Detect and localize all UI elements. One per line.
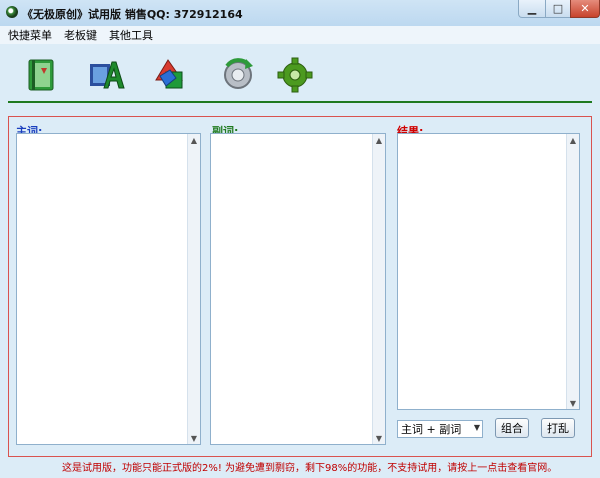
result-output[interactable]: ▲ ▼ [397, 133, 580, 410]
shapes-icon[interactable] [152, 56, 190, 94]
menu-item-quick-menu[interactable]: 快捷菜单 [8, 27, 52, 43]
close-button[interactable]: ✕ [570, 0, 600, 18]
menu-item-boss-key[interactable]: 老板键 [64, 27, 97, 43]
window-title: 《无极原创》试用版 销售QQ: 372912164 [22, 8, 243, 21]
minimize-button[interactable]: ▁ [518, 0, 546, 18]
title-bar: 《无极原创》试用版 销售QQ: 372912164 ▁ □ ✕ [0, 0, 600, 26]
chevron-down-icon: ▼ [473, 423, 480, 432]
scrollbar[interactable]: ▲ ▼ [566, 134, 579, 409]
gear-icon[interactable] [276, 56, 314, 94]
secondary-words-input[interactable]: ▲ ▼ [210, 133, 386, 445]
shuffle-button[interactable]: 打乱 [541, 418, 575, 438]
scroll-up-icon[interactable]: ▲ [188, 134, 200, 146]
menu-bar: 快捷菜单 老板键 其他工具 [0, 26, 600, 44]
trial-notice: 这是试用版，功能只能正式版的2%! 为避免遭到剽窃，剩下98%的功能，不支持试用… [62, 463, 558, 474]
app-icon [6, 6, 18, 18]
scroll-down-icon[interactable]: ▼ [373, 432, 385, 444]
combine-button[interactable]: 组合 [495, 418, 529, 438]
refresh-gear-icon[interactable] [219, 56, 257, 94]
mode-select[interactable]: 主词 + 副词 ▼ [397, 420, 483, 438]
scroll-up-icon[interactable]: ▲ [373, 134, 385, 146]
scrollbar[interactable]: ▲ ▼ [187, 134, 200, 444]
main-words-input[interactable]: ▲ ▼ [16, 133, 201, 445]
scrollbar[interactable]: ▲ ▼ [372, 134, 385, 444]
scroll-down-icon[interactable]: ▼ [567, 397, 579, 409]
mode-select-value: 主词 + 副词 [401, 423, 462, 436]
toolbar-divider [8, 101, 592, 103]
menu-item-other-tools[interactable]: 其他工具 [109, 27, 153, 43]
scroll-up-icon[interactable]: ▲ [567, 134, 579, 146]
text-style-icon[interactable] [87, 56, 125, 94]
scroll-down-icon[interactable]: ▼ [188, 432, 200, 444]
maximize-button[interactable]: □ [545, 0, 571, 18]
book-icon[interactable] [23, 56, 61, 94]
